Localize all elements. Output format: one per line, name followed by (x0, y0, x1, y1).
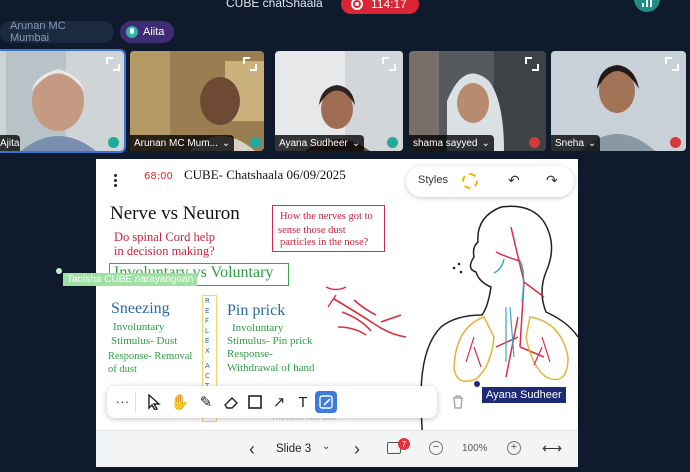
signal-bars-icon (642, 3, 644, 7)
sneezing-line: Stimulus- Dust (111, 335, 178, 347)
redo-icon[interactable]: ↷ (546, 172, 558, 189)
style-color-ring-icon[interactable] (462, 173, 478, 189)
board-menu-icon[interactable] (114, 174, 118, 187)
reflex-letter: E (205, 337, 210, 345)
more-tools-button[interactable]: ... (116, 391, 130, 406)
cursor-pointer-ayana (474, 381, 480, 387)
toolbar-divider (135, 392, 136, 412)
pinprick-line: Withdrawal of hand (227, 362, 315, 374)
participant-name-label: Sneha ⌄ (551, 135, 601, 151)
reflex-letter: X (205, 347, 210, 355)
participant-name-label: Ayana Sudheer ⌄ (275, 135, 365, 151)
edit-icon[interactable] (315, 391, 337, 413)
reflex-letter: L (205, 327, 209, 335)
pinprick-line: Involuntary (232, 322, 284, 334)
trash-icon[interactable] (452, 395, 464, 409)
heading-nerve-vs-neuron: Nerve vs Neuron (110, 203, 240, 224)
reflex-letter: R (205, 297, 210, 305)
chevron-down-icon: ⌄ (481, 137, 490, 149)
mic-off-icon (670, 137, 681, 148)
comments-count-badge: 7 (398, 438, 410, 450)
zoom-level: 100% (462, 443, 488, 454)
speaker-chip-aiita[interactable]: Aiita (120, 21, 175, 43)
next-slide-button[interactable]: › (354, 439, 360, 460)
drawing-toolbar: ... ✋ ✎ ↗ T (107, 386, 437, 418)
reflex-letter: C (205, 372, 210, 380)
record-icon (351, 0, 363, 10)
expand-icon[interactable] (243, 57, 257, 71)
mic-off-icon (529, 137, 540, 148)
participant-tile-arunan[interactable]: Arunan MC Mum... ⌄ (130, 51, 264, 151)
note-spinal-question-line1: Do spinal Cord help (114, 230, 216, 244)
zoom-out-button[interactable]: − (429, 441, 443, 455)
undo-icon[interactable]: ↶ (508, 172, 520, 189)
chevron-down-icon[interactable]: ⌄ (322, 441, 330, 452)
participant-name: shama sayyed (413, 137, 478, 149)
cursor-label-tanisha: Tanisha CUBE narayangoan (63, 273, 198, 286)
mic-on-icon (108, 137, 119, 148)
slide-label[interactable]: Slide 3 (276, 443, 311, 455)
sneezing-line: Involuntary (113, 321, 165, 333)
participant-tile-ayana[interactable]: Ayana Sudheer ⌄ (275, 51, 403, 151)
arrow-icon[interactable]: ↗ (268, 391, 290, 413)
participant-tile-shama[interactable]: shama sayyed ⌄ (409, 51, 546, 151)
meeting-title: CUBE chatShaala (226, 0, 323, 10)
select-arrow-icon[interactable] (143, 391, 165, 413)
sneezing-line: of dust (108, 364, 137, 375)
expand-icon[interactable] (106, 57, 120, 71)
expand-icon[interactable] (665, 57, 679, 71)
styles-panel: Styles ↶ ↷ (406, 166, 574, 197)
eraser-icon[interactable] (220, 391, 242, 413)
note-spinal-question-line2: in decision making? (114, 244, 215, 258)
participant-tile-ajita[interactable]: Ajita (0, 49, 126, 153)
reflex-letter: A (205, 362, 210, 370)
chevron-down-icon: ⌄ (221, 137, 231, 149)
participant-name: Sneha (555, 137, 584, 149)
mic-on-icon (387, 137, 398, 148)
active-speakers-bar: Arunan MC Mumbai Aiita (0, 20, 175, 44)
styles-button[interactable]: Styles (418, 174, 448, 186)
zoom-in-button[interactable]: + (507, 441, 521, 455)
fit-width-icon[interactable]: ⟷ (542, 440, 562, 457)
heading-sneezing: Sneezing (111, 300, 170, 317)
cursor-label-ayana: Ayana Sudheer (482, 387, 566, 403)
participant-name-label: Arunan MC Mum... ⌄ (130, 135, 235, 151)
sneezing-line: Response- Removal (108, 351, 193, 362)
participant-tile-sneha[interactable]: Sneha ⌄ (551, 51, 686, 151)
chevron-down-icon: ⌄ (351, 137, 361, 149)
pen-icon[interactable]: ✎ (195, 391, 217, 413)
hand-icon[interactable]: ✋ (169, 391, 191, 413)
pinprick-line: Stimulus- Pin prick (227, 335, 313, 347)
heading-pin-prick: Pin prick (227, 302, 286, 319)
chevron-down-icon: ⌄ (587, 137, 597, 149)
whiteboard-canvas[interactable]: 68:00 CUBE- Chatshaala 06/09/2025 Styles… (96, 159, 578, 467)
reflex-letter: E (205, 307, 210, 315)
speaker-chip-label: Arunan MC Mumbai (10, 20, 66, 44)
text-icon[interactable]: T (292, 391, 314, 413)
participant-name: Arunan MC Mum... (134, 137, 218, 149)
recording-button[interactable]: 114:17 (341, 0, 419, 14)
rectangle-icon[interactable] (244, 391, 266, 413)
connection-stats-button[interactable] (634, 0, 660, 12)
speaker-chip-arunan[interactable]: Arunan MC Mumbai (0, 20, 114, 44)
meeting-top-bar: CUBE chatShaala 114:17 (0, 0, 690, 14)
recording-timer: 114:17 (371, 0, 407, 11)
expand-icon[interactable] (525, 57, 539, 71)
pinprick-line: Response- (227, 348, 273, 360)
expand-icon[interactable] (382, 57, 396, 71)
body-nervous-system-drawing (325, 205, 578, 467)
participant-name: Ajita (0, 135, 20, 151)
participant-name: Ayana Sudheer (279, 137, 348, 149)
mic-on-icon (250, 137, 261, 148)
board-title: CUBE- Chatshaala 06/09/2025 (184, 167, 346, 182)
speaker-chip-label: Aiita (143, 26, 165, 38)
participant-name-label: shama sayyed ⌄ (409, 135, 494, 151)
cursor-pointer-tanisha (56, 268, 62, 274)
reflex-letter: F (205, 317, 210, 325)
board-timer: 68:00 (144, 171, 173, 182)
mic-icon (126, 26, 138, 38)
previous-slide-button[interactable]: ‹ (249, 439, 255, 460)
slide-navigation-bar: ‹ Slide 3 ⌄ › 7 − 100% + ⟷ (96, 430, 578, 467)
